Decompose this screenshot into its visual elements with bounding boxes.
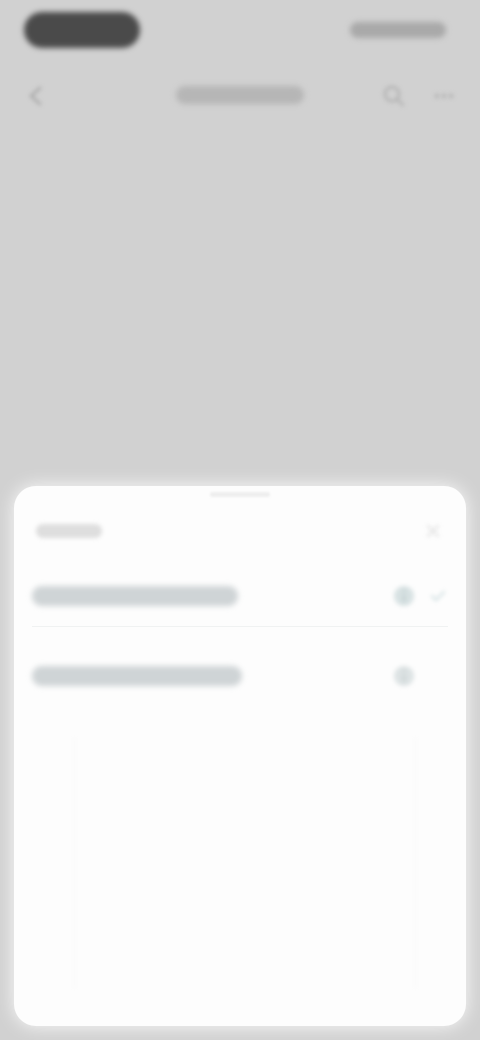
more-icon[interactable] [430,82,458,110]
check-icon [428,586,448,606]
row-divider [32,626,448,627]
search-icon[interactable] [380,82,408,110]
info-icon [390,662,418,690]
sheet-drag-handle[interactable] [210,492,270,497]
option-label [32,586,238,606]
option-label [32,666,242,686]
app-screen [0,0,480,1040]
status-time-pill [24,12,140,48]
back-arrow-icon[interactable] [22,82,50,110]
status-indicators [350,22,446,38]
info-icon [390,582,418,610]
bottom-sheet [14,486,466,1026]
sheet-title [36,524,102,538]
top-nav-bar [0,72,480,120]
sheet-header [36,520,444,544]
sheet-option-1[interactable] [32,566,448,626]
sheet-content-area [74,738,416,988]
status-bar [0,0,480,62]
page-title [176,86,304,104]
sheet-option-2[interactable] [32,646,448,706]
close-icon[interactable] [422,520,444,542]
